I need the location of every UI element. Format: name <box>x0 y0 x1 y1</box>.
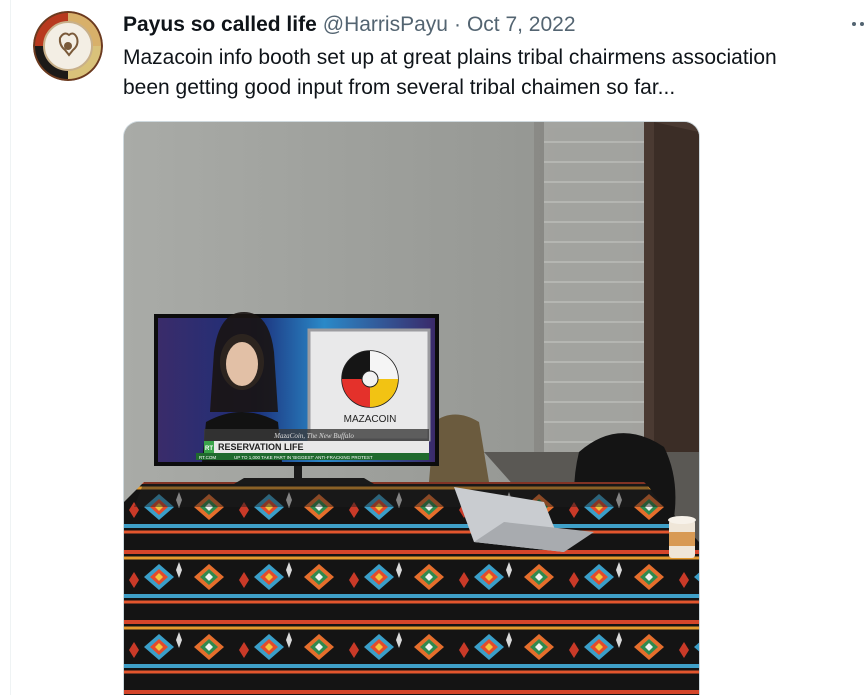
tweet-text: Mazacoin info booth set up at great plai… <box>123 46 777 99</box>
tv-caption: MazaCoin, The New Buffalo <box>273 432 354 440</box>
tweet[interactable]: Payus so called life @HarrisPayu · Oct 7… <box>0 0 868 695</box>
tv-logo-label: MAZACOIN <box>344 414 397 425</box>
tweet-photo[interactable]: MAZACOIN MazaCoin, The New Buffalo RT RE… <box>123 121 700 695</box>
more-dots-icon[interactable] <box>850 12 868 36</box>
author-avatar[interactable] <box>33 11 103 81</box>
tweet-header: Payus so called life @HarrisPayu · Oct 7… <box>123 11 868 39</box>
timeline-rail <box>0 0 11 695</box>
author-display-name[interactable]: Payus so called life <box>123 13 317 37</box>
tv-ticker: UP TO 1,000 TAKE PART IN 'BIGGEST' ANTI-… <box>234 455 373 460</box>
tv-lower-third: RESERVATION LIFE <box>218 442 304 452</box>
booth-photo: MAZACOIN MazaCoin, The New Buffalo RT RE… <box>124 122 699 695</box>
medicine-wheel-avatar-icon <box>33 11 103 81</box>
tv-channel-bug: RT <box>205 446 213 452</box>
tv: MAZACOIN MazaCoin, The New Buffalo RT RE… <box>154 312 439 484</box>
tv-ticker-channel: RT.COM <box>199 455 216 460</box>
header-separator: · <box>453 13 461 36</box>
brick-wall <box>544 122 644 462</box>
tweet-date[interactable]: Oct 7, 2022 <box>467 13 576 37</box>
author-handle[interactable]: @HarrisPayu <box>323 13 448 37</box>
